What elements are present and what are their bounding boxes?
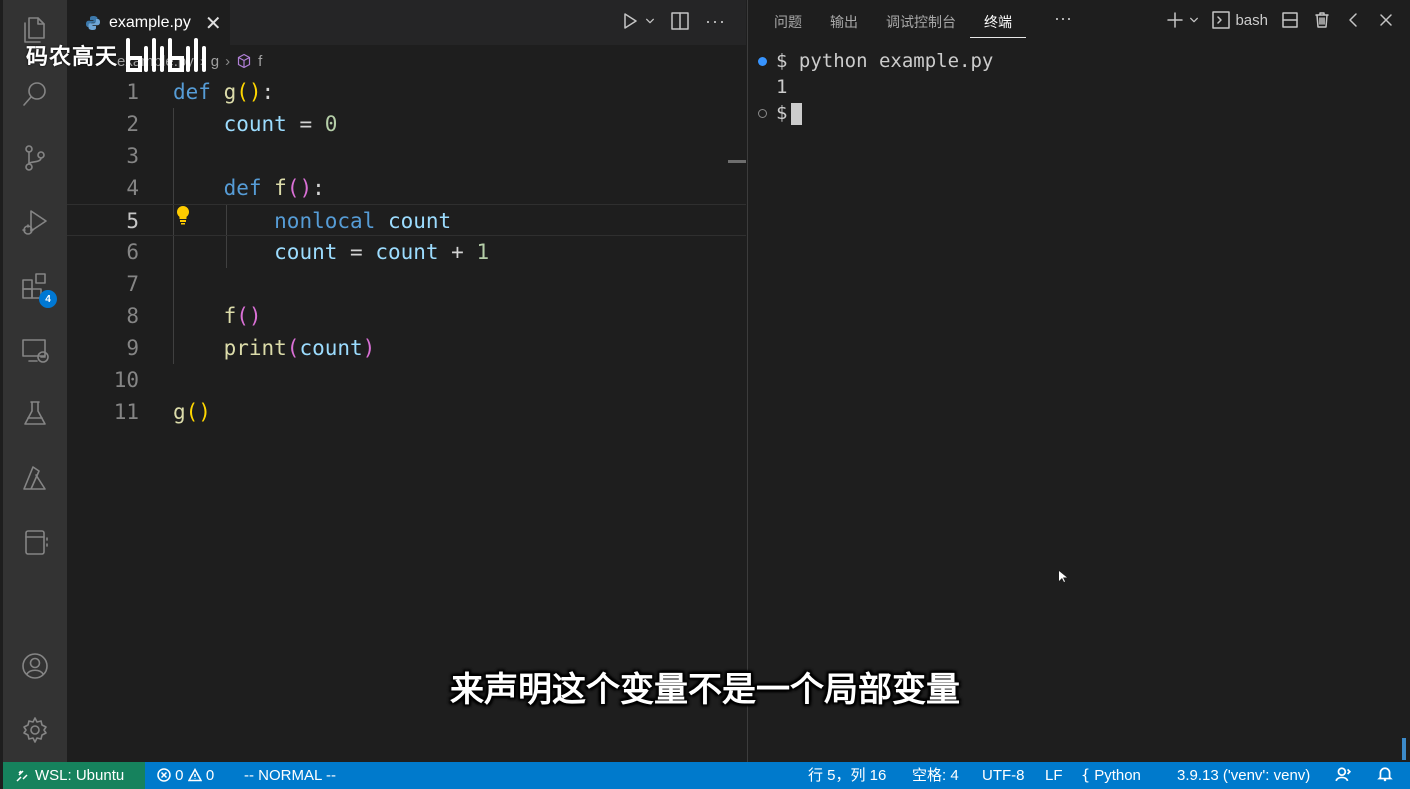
video-subtitle: 来声明这个变量不是一个局部变量 <box>450 670 960 710</box>
tab-output[interactable]: 输出 <box>816 12 872 38</box>
close-panel-icon[interactable] <box>1376 10 1396 30</box>
command-success-decoration <box>758 57 767 66</box>
close-tab-icon[interactable]: ✕ <box>205 13 222 33</box>
remote-indicator[interactable]: WSL: Ubuntu <box>3 762 145 789</box>
python-interpreter[interactable]: 3.9.13 ('venv': venv) <box>1177 762 1310 789</box>
extensions-badge: 4 <box>39 290 57 308</box>
code-line-current: 5 nonlocal count <box>67 204 746 236</box>
bilibili-logo <box>126 38 207 72</box>
split-editor-icon[interactable] <box>669 10 691 32</box>
terminal-output[interactable]: $ python example.py 1 $ <box>748 48 1410 126</box>
chevron-left-icon[interactable] <box>1344 10 1364 30</box>
tab-terminal[interactable]: 终端 <box>970 12 1026 38</box>
azure-icon[interactable] <box>17 460 53 496</box>
remote-icon <box>16 769 28 782</box>
terminal-line: $ <box>748 100 1410 126</box>
encoding[interactable]: UTF-8 <box>982 762 1025 789</box>
watermark-text: 码农高天 <box>26 45 119 70</box>
problems-indicator[interactable]: 0 0 <box>157 762 214 789</box>
remote-label: WSL: Ubuntu <box>35 767 125 784</box>
new-terminal-icon[interactable] <box>1165 10 1185 30</box>
python-file-icon <box>86 15 100 30</box>
run-python-file-icon[interactable] <box>619 10 641 32</box>
end-of-line[interactable]: LF <box>1045 762 1063 789</box>
code-line: 3 <box>126 144 139 168</box>
code-line: 6 count = count + 1 <box>126 240 490 264</box>
command-pending-decoration <box>758 109 767 118</box>
breadcrumb-function-f[interactable]: f <box>258 53 262 70</box>
overview-ruler-marker <box>728 160 746 163</box>
indentation[interactable]: 空格: 4 <box>912 762 959 789</box>
code-line: 7 <box>126 272 139 296</box>
remote-explorer-icon[interactable] <box>17 332 53 368</box>
search-icon[interactable] <box>17 76 53 112</box>
status-bar: WSL: Ubuntu 0 0 -- NORMAL -- 行 5，列 16 空格… <box>3 762 1410 789</box>
vim-mode: -- NORMAL -- <box>244 767 336 784</box>
settings-gear-icon[interactable] <box>17 712 53 748</box>
editor-group: example.py ✕ ··· example.py › g › f 1 def… <box>67 0 746 762</box>
code-line: 1 def g(): <box>126 80 275 104</box>
more-actions-icon[interactable]: ··· <box>705 11 726 32</box>
panel-scrollbar[interactable] <box>1402 738 1406 760</box>
panel-more-icon[interactable]: ··· <box>1054 8 1072 29</box>
tab-debug-console[interactable]: 调试控制台 <box>872 12 970 38</box>
extensions-icon[interactable]: 4 <box>17 268 57 308</box>
feedback-icon[interactable] <box>1335 762 1352 789</box>
run-dropdown-chevron-icon[interactable] <box>645 10 655 32</box>
notebook-icon[interactable] <box>17 524 53 560</box>
run-debug-icon[interactable] <box>17 204 53 240</box>
error-icon <box>157 768 171 782</box>
terminal-shell-name[interactable]: bash <box>1235 12 1268 29</box>
testing-icon[interactable] <box>17 396 53 432</box>
code-line: 9 print(count) <box>126 336 376 360</box>
notifications-bell-icon[interactable] <box>1377 762 1393 789</box>
panel-actions: bash <box>1165 10 1396 30</box>
bilibili-watermark: 码农高天 <box>26 34 224 76</box>
terminal-shell-icon[interactable] <box>1211 10 1231 30</box>
terminal-cursor <box>791 102 803 125</box>
braces-icon: { <box>1081 766 1091 784</box>
terminal-line: $ python example.py <box>748 48 1410 74</box>
trash-icon[interactable] <box>1312 10 1332 30</box>
editor-actions: ··· <box>619 10 726 32</box>
terminal-panel: 问题 输出 调试控制台 终端 ··· bash $ python example… <box>747 0 1410 762</box>
symbol-method-icon <box>237 53 251 69</box>
language-mode[interactable]: { Python <box>1081 762 1141 789</box>
mouse-pointer-icon <box>1059 571 1067 582</box>
warning-icon <box>187 767 202 782</box>
terminal-line: 1 <box>776 76 788 98</box>
code-line: 8 f() <box>126 304 262 328</box>
code-line: 10 <box>113 368 139 392</box>
activity-bar: 4 <box>3 0 67 762</box>
code-editor[interactable]: 1 def g(): 2 count = 0 3 4 def f(): 5 non… <box>67 76 746 428</box>
code-line: 2 count = 0 <box>126 112 338 136</box>
code-line: 4 def f(): <box>126 176 325 200</box>
panel-tabs: 问题 输出 调试控制台 终端 <box>774 12 1026 38</box>
cursor-position[interactable]: 行 5，列 16 <box>808 762 886 789</box>
lightbulb-icon[interactable] <box>175 205 191 225</box>
code-line: 11 g() <box>113 400 211 424</box>
chevron-right-icon: › <box>225 52 231 70</box>
source-control-icon[interactable] <box>17 140 53 176</box>
tab-problems[interactable]: 问题 <box>774 12 816 38</box>
terminal-dropdown-chevron-icon[interactable] <box>1189 10 1199 30</box>
split-terminal-icon[interactable] <box>1280 10 1300 30</box>
tab-label: example.py <box>109 13 191 31</box>
